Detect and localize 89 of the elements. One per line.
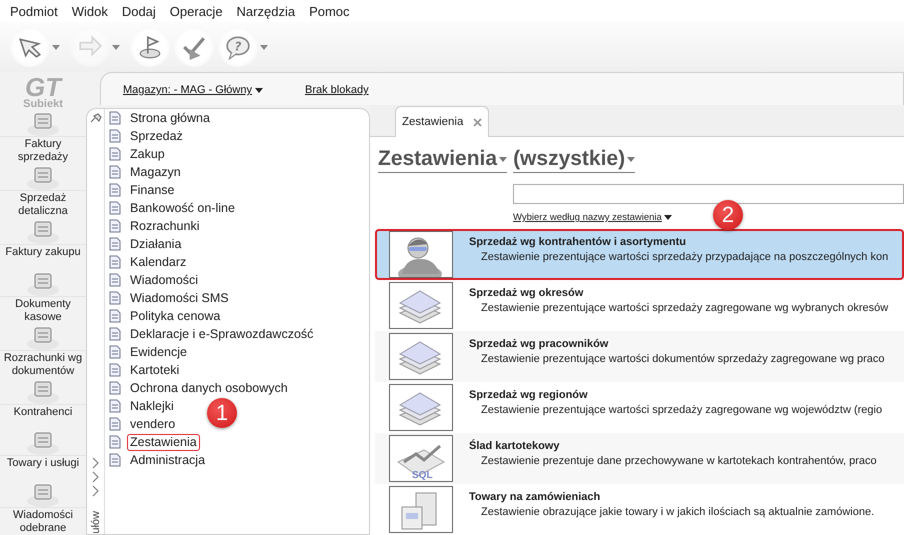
group-dropdown[interactable]: Zestawienia bbox=[378, 147, 508, 173]
logo-name: Subiekt bbox=[23, 98, 63, 110]
tree-item[interactable]: Kalendarz bbox=[127, 254, 190, 270]
tree-item[interactable]: Ochrona danych osobowych bbox=[127, 380, 291, 396]
tree-item[interactable]: Bankowość on-line bbox=[127, 200, 238, 216]
page-icon bbox=[107, 290, 123, 306]
menu-item[interactable]: Narzędzia bbox=[230, 4, 302, 18]
report-title: Sprzedaż wg pracowników bbox=[469, 338, 610, 350]
menu-item[interactable]: Dodaj bbox=[114, 4, 163, 18]
page-icon bbox=[107, 362, 123, 378]
page-icon bbox=[107, 110, 123, 126]
pin-icon[interactable] bbox=[90, 113, 102, 123]
report-description: Zestawienie prezentujące wartości sprzedaży zagregowane wg województw (regio bbox=[480, 404, 882, 416]
step-badge: 1 bbox=[207, 398, 237, 428]
page-icon bbox=[107, 254, 123, 270]
report-row[interactable]: Sprzedaż wg kontrahentów i asortymentu Zestawienie prezentujące wartości sprzedaży przypadające na poszczególnych kon bbox=[375, 229, 904, 280]
page-icon bbox=[107, 452, 123, 468]
tree-item[interactable]: Naklejki bbox=[127, 398, 177, 414]
report-row[interactable]: Sprzedaż wg okresów Zestawienie prezentujące wartości sprzedaży zagregowane wg wybranych okresów bbox=[375, 280, 904, 331]
report-title: Sprzedaż wg regionów bbox=[469, 389, 589, 401]
layers-icon bbox=[389, 384, 453, 431]
warehouse-link[interactable]: Magazyn: - MAG - Główny bbox=[123, 84, 263, 96]
menu-item[interactable]: Operacje bbox=[162, 4, 230, 18]
tree-item[interactable]: Wiadomości bbox=[127, 272, 202, 288]
tab[interactable]: Zestawienia bbox=[395, 106, 489, 137]
report-row[interactable]: Towary na zamówieniach Zestawienie obrazujące jakie towary i w jakich ilościach są aktualnie zamówione. bbox=[375, 484, 904, 535]
report-description: Zestawienie obrazujące jakie towary i w jakich ilościach są aktualnie zamówione. bbox=[480, 506, 874, 518]
page-icon bbox=[107, 164, 123, 180]
caret-icon[interactable] bbox=[52, 44, 60, 50]
tree-item[interactable]: Finanse bbox=[127, 182, 178, 198]
page-icon bbox=[107, 398, 123, 414]
logo-mark: GT bbox=[24, 76, 62, 98]
menu-item[interactable]: Widok bbox=[64, 4, 115, 18]
tree-item[interactable]: Rozrachunki bbox=[127, 218, 202, 234]
page-icon bbox=[107, 128, 123, 144]
report-description: Zestawienie prezentujące wartości sprzedaży przypadające na poszczególnych kon bbox=[480, 251, 888, 263]
tree-item[interactable]: Zestawienia bbox=[127, 434, 200, 450]
menu-item[interactable]: Podmiot bbox=[3, 4, 65, 18]
search-field[interactable] bbox=[513, 184, 904, 204]
caret-icon[interactable] bbox=[260, 44, 268, 50]
page-icon bbox=[107, 200, 123, 216]
tree-item[interactable]: Kartoteki bbox=[127, 362, 182, 378]
lock-link[interactable]: Brak blokady bbox=[304, 84, 369, 96]
menu-item[interactable]: Pomoc bbox=[302, 4, 357, 18]
chevron-icon[interactable] bbox=[92, 485, 100, 498]
report-row[interactable]: Sprzedaż wg regionów Zestawienie prezentujące wartości sprzedaży zagregowane wg województw (regio bbox=[375, 382, 904, 433]
page-icon bbox=[107, 326, 123, 342]
report-description: Zestawienie prezentujące wartości sprzedaży zagregowane wg wybranych okresów bbox=[480, 302, 888, 314]
step-badge: 2 bbox=[713, 200, 743, 230]
chart-sql-icon: SQL bbox=[389, 435, 453, 482]
report-row[interactable]: Sprzedaż wg pracowników Zestawienie prezentujące wartości dokumentów sprzedaży zagregowane wg praco bbox=[375, 331, 904, 382]
tree-item[interactable]: Magazyn bbox=[127, 164, 184, 180]
report-row[interactable]: SQL Ślad kartotekowy Zestawienie prezentuje dane przechowywane w kartotekach kontrahentów, praco bbox=[375, 433, 904, 484]
tree-item[interactable]: vendero bbox=[127, 416, 178, 432]
tree-item[interactable]: Działania bbox=[127, 236, 184, 252]
tree-item[interactable]: Zakup bbox=[127, 146, 168, 162]
report-title: Sprzedaż wg okresów bbox=[469, 287, 584, 299]
page-icon bbox=[107, 308, 123, 324]
page-icon bbox=[107, 344, 123, 360]
page-icon bbox=[107, 146, 123, 162]
page-icon bbox=[107, 236, 123, 252]
chevron-icon[interactable] bbox=[92, 471, 100, 484]
report-description: Zestawienie prezentuje dane przechowywane w kartotekach kontrahentów, praco bbox=[480, 455, 877, 467]
tree-item[interactable]: Administracja bbox=[127, 452, 208, 468]
page-icon bbox=[107, 380, 123, 396]
tree-item[interactable]: Sprzedaż bbox=[127, 128, 186, 144]
layers-icon bbox=[389, 333, 453, 380]
close-icon[interactable] bbox=[473, 118, 482, 126]
filter-dropdown[interactable]: (wszystkie) bbox=[513, 147, 636, 173]
tree-item[interactable]: Strona główna bbox=[127, 110, 213, 126]
flag-icon bbox=[137, 34, 163, 60]
page-icon bbox=[107, 272, 123, 288]
page-icon bbox=[107, 416, 123, 432]
page-icon bbox=[107, 434, 123, 450]
layers-icon bbox=[389, 282, 453, 329]
report-title: Towary na zamówieniach bbox=[469, 491, 602, 503]
tree-item[interactable]: Deklaracje i e-Sprawozdawczość bbox=[127, 326, 316, 342]
panel-caption: ułów bbox=[90, 511, 102, 534]
report-title: Sprzedaż wg kontrahentów i asortymentu bbox=[469, 236, 687, 248]
tree-item[interactable]: Ewidencje bbox=[127, 344, 190, 360]
page-icon bbox=[107, 218, 123, 234]
person-icon bbox=[389, 231, 453, 278]
search-mode-link[interactable]: Wybierz według nazwy zestawienia bbox=[513, 212, 672, 223]
chevron-icon[interactable] bbox=[92, 457, 100, 470]
tree-item[interactable]: Wiadomości SMS bbox=[127, 290, 232, 306]
report-title: Ślad kartotekowy bbox=[469, 440, 560, 452]
tree-item[interactable]: Polityka cenowa bbox=[127, 308, 224, 324]
report-description: Zestawienie prezentujące wartości dokumentów sprzedaży zagregowane wg praco bbox=[480, 353, 885, 365]
page-icon bbox=[107, 182, 123, 198]
